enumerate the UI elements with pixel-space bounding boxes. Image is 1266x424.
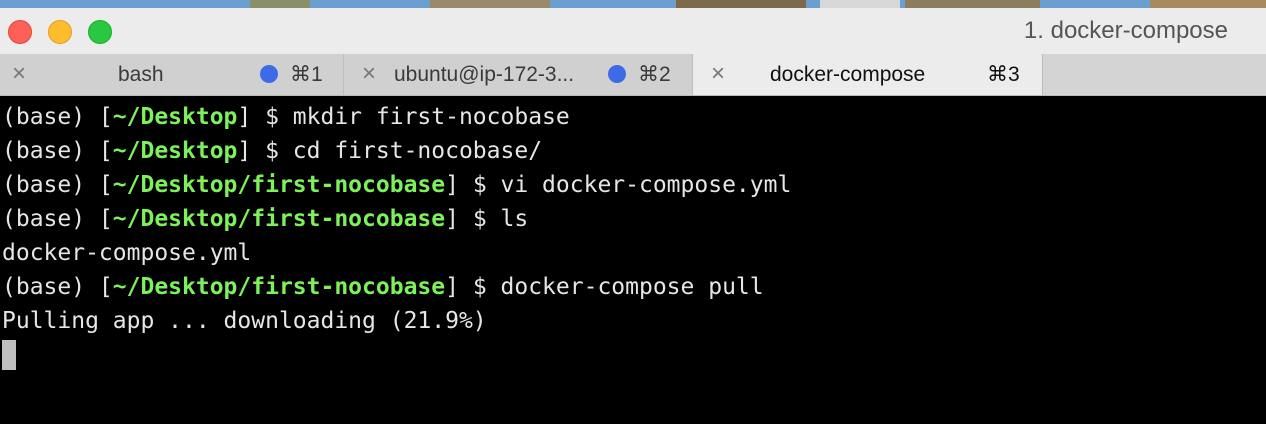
prompt-path: ~/Desktop/first-nocobase bbox=[112, 274, 446, 300]
tab-label: ubuntu@ip-172-3... bbox=[394, 63, 575, 86]
tab-label: bash bbox=[118, 63, 164, 86]
prompt-path: ~/Desktop/first-nocobase bbox=[112, 206, 446, 232]
text-cursor bbox=[2, 340, 16, 370]
close-icon[interactable]: × bbox=[358, 62, 380, 86]
tab-ubuntu[interactable]: × ubuntu@ip-172-3... ⌘2 bbox=[344, 54, 693, 95]
zoom-window-button[interactable] bbox=[88, 20, 112, 44]
tab-shortcut: ⌘3 bbox=[987, 63, 1020, 86]
close-icon[interactable]: × bbox=[707, 62, 729, 86]
prompt-path: ~/Desktop bbox=[112, 138, 238, 164]
window-titlebar[interactable]: 1. docker-compose bbox=[0, 8, 1266, 54]
activity-dot-icon bbox=[260, 65, 278, 83]
minimize-window-button[interactable] bbox=[48, 20, 72, 44]
tab-docker-compose[interactable]: × docker-compose ⌘3 bbox=[693, 54, 1043, 95]
tab-bash[interactable]: × bash ⌘1 bbox=[0, 54, 344, 95]
window-title: 1. docker-compose bbox=[1023, 17, 1228, 44]
prompt-path: ~/Desktop bbox=[112, 104, 238, 130]
terminal-line: Pulling app ... downloading (21.9%) bbox=[2, 308, 487, 334]
terminal-line: (base) [~/Desktop/first-nocobase] $ dock… bbox=[2, 274, 764, 300]
close-icon[interactable]: × bbox=[8, 62, 30, 86]
terminal-line: (base) [~/Desktop] $ mkdir first-nocobas… bbox=[2, 104, 570, 130]
desktop-background-strip bbox=[0, 0, 1266, 8]
terminal-line: (base) [~/Desktop] $ cd first-nocobase/ bbox=[2, 138, 543, 164]
terminal-output[interactable]: (base) [~/Desktop] $ mkdir first-nocobas… bbox=[0, 96, 1266, 424]
terminal-line: docker-compose.yml bbox=[2, 240, 252, 266]
tab-bar: × bash ⌘1 × ubuntu@ip-172-3... ⌘2 × dock… bbox=[0, 54, 1266, 96]
tab-label: docker-compose bbox=[770, 63, 926, 86]
activity-dot-icon bbox=[608, 65, 626, 83]
tab-shortcut: ⌘1 bbox=[290, 63, 323, 86]
terminal-line: (base) [~/Desktop/first-nocobase] $ vi d… bbox=[2, 172, 792, 198]
close-window-button[interactable] bbox=[8, 20, 32, 44]
prompt-path: ~/Desktop/first-nocobase bbox=[112, 172, 446, 198]
terminal-line: (base) [~/Desktop/first-nocobase] $ ls bbox=[2, 206, 529, 232]
tab-shortcut: ⌘2 bbox=[638, 63, 671, 86]
